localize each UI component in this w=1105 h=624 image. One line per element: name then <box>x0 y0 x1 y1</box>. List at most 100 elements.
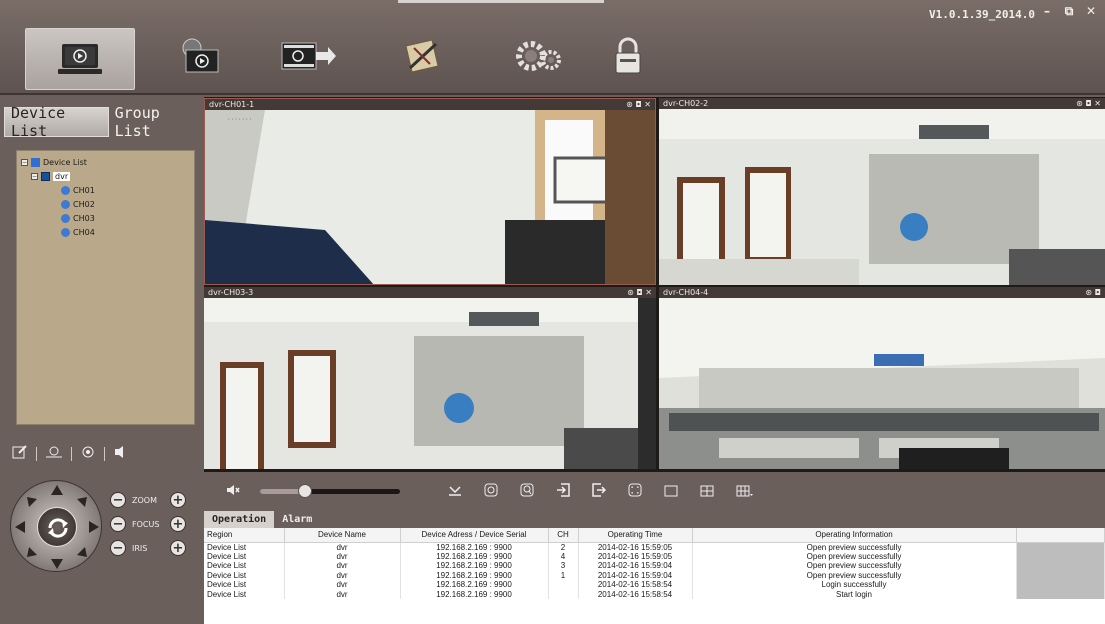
cell-device-name: dvr <box>284 570 401 580</box>
download-icon[interactable] <box>448 482 462 501</box>
close-button[interactable]: ✕ <box>1083 4 1099 19</box>
ptz-auto-button[interactable] <box>37 507 77 547</box>
cell-spacer <box>1016 589 1105 599</box>
log-tabs: Operation Alarm <box>204 511 320 528</box>
video-pane-ch04[interactable]: dvr-CH04-4 ⊛ ◘ <box>659 287 1105 469</box>
col-operating-time[interactable]: Operating Time <box>578 528 693 543</box>
cell-ch: 3 <box>548 561 579 571</box>
cell-region: Device List <box>204 561 285 571</box>
channel-label: CH01 <box>73 185 95 195</box>
record-icon[interactable] <box>484 482 498 501</box>
col-device-address[interactable]: Device Adress / Device Serial <box>400 528 549 543</box>
col-ch[interactable]: CH <box>548 528 579 543</box>
channel-label: CH03 <box>73 213 95 223</box>
iris-minus-button[interactable]: − <box>110 540 126 556</box>
center-icon[interactable] <box>45 444 63 463</box>
focus-minus-button[interactable]: − <box>110 516 126 532</box>
tree-device[interactable]: − dvr <box>21 169 190 183</box>
cell-time: 2014-02-16 15:59:04 <box>578 570 693 580</box>
log-table: Region Device Name Device Adress / Devic… <box>204 528 1105 599</box>
tab-alarm[interactable]: Alarm <box>274 511 320 528</box>
tree-channel[interactable]: CH03 <box>21 211 190 225</box>
cell-info: Login successfully <box>692 580 1017 590</box>
playback-button[interactable] <box>170 28 230 84</box>
table-row[interactable]: Device List dvr 192.168.2.169 : 9900 3 2… <box>204 561 1105 571</box>
e-map-button[interactable] <box>392 28 452 84</box>
record-export-button[interactable] <box>278 28 338 84</box>
tree-channel[interactable]: CH01 <box>21 183 190 197</box>
cell-ch: 4 <box>548 551 579 561</box>
tree-device-label: dvr <box>53 171 71 181</box>
single-view-icon[interactable] <box>664 482 678 501</box>
volume-knob[interactable] <box>297 484 312 498</box>
settings-button[interactable] <box>508 28 568 84</box>
cell-info: Open preview successfully <box>692 570 1017 580</box>
video-feed <box>204 298 656 469</box>
volume-slider[interactable] <box>260 484 400 498</box>
col-device-name[interactable]: Device Name <box>284 528 401 543</box>
operation-log: Region Device Name Device Adress / Devic… <box>204 528 1105 624</box>
multi-view-icon[interactable] <box>736 482 754 501</box>
rotate-icon <box>48 518 68 538</box>
lock-button[interactable] <box>598 28 658 84</box>
video-pane-ch03[interactable]: dvr-CH03-3 ⊛ ◘ ✕ <box>204 287 656 469</box>
preview-button[interactable] <box>25 28 135 90</box>
osd-watermark: ······· <box>227 116 253 123</box>
table-row[interactable]: Device List dvr 192.168.2.169 : 9900 4 2… <box>204 551 1105 561</box>
focus-plus-button[interactable]: + <box>170 516 186 532</box>
tab-device-list[interactable]: Device List <box>4 104 109 140</box>
restore-button[interactable]: ⧉ <box>1061 4 1077 19</box>
speaker-mute-icon[interactable] <box>226 482 240 501</box>
collapse-icon[interactable]: − <box>21 158 28 166</box>
col-region[interactable]: Region <box>204 528 285 543</box>
ptz-joystick[interactable] <box>10 480 102 572</box>
cell-device-name: dvr <box>284 561 401 571</box>
view-buttons <box>448 482 754 501</box>
edit-icon[interactable] <box>12 444 28 463</box>
pane-titlebar: dvr-CH04-4 ⊛ ◘ <box>659 287 1105 298</box>
zoom-out-button[interactable]: − <box>110 492 126 508</box>
cell-region: Device List <box>204 580 285 590</box>
pane-title: dvr-CH04-4 <box>663 288 709 297</box>
cell-time: 2014-02-16 15:58:54 <box>578 580 693 590</box>
audio-icon[interactable] <box>113 444 127 463</box>
zoom-in-button[interactable]: + <box>170 492 186 508</box>
cell-spacer <box>1016 561 1105 571</box>
table-row[interactable]: Device List dvr 192.168.2.169 : 9900 1 2… <box>204 570 1105 580</box>
import-icon[interactable] <box>556 482 570 501</box>
video-pane-ch01[interactable]: dvr-CH01-1 ⊛ ◘ ✕ ······· <box>204 98 656 285</box>
iris-plus-button[interactable]: + <box>170 540 186 556</box>
cell-device-name: dvr <box>284 580 401 590</box>
divider <box>71 446 72 461</box>
quad-view-icon[interactable] <box>700 482 714 501</box>
cell-device-name: dvr <box>284 589 401 599</box>
minimize-button[interactable]: – <box>1039 4 1055 19</box>
pane-controls[interactable]: ⊛ ◘ <box>1085 288 1101 297</box>
pane-controls[interactable]: ⊛ ◘ ✕ <box>1076 99 1101 108</box>
tree-channel[interactable]: CH04 <box>21 225 190 239</box>
table-row[interactable]: Device List dvr 192.168.2.169 : 9900 201… <box>204 589 1105 599</box>
video-pane-ch02[interactable]: dvr-CH02-2 ⊛ ◘ ✕ <box>659 98 1105 285</box>
tree-tools <box>12 444 192 463</box>
tab-group-list[interactable]: Group List <box>109 104 203 140</box>
col-operating-info[interactable]: Operating Information <box>692 528 1017 543</box>
table-row[interactable]: Device List dvr 192.168.2.169 : 9900 201… <box>204 580 1105 590</box>
tree-root-label: Device List <box>43 157 87 167</box>
pane-controls[interactable]: ⊛ ◘ ✕ <box>626 100 651 109</box>
snapshot-icon[interactable] <box>80 444 96 463</box>
tree-channel[interactable]: CH02 <box>21 197 190 211</box>
focus-control: − FOCUS + <box>110 516 186 532</box>
zoom-in-icon[interactable] <box>520 482 534 501</box>
tree-root[interactable]: − Device List <box>21 155 190 169</box>
pane-controls[interactable]: ⊛ ◘ ✕ <box>627 288 652 297</box>
fullscreen-icon[interactable] <box>628 482 642 501</box>
nvr-client-window: V1.0.1.39_2014.0 – ⧉ ✕ Device List Group… <box>0 0 1105 624</box>
collapse-icon[interactable]: − <box>31 172 38 180</box>
table-row[interactable]: Device List dvr 192.168.2.169 : 9900 2 2… <box>204 542 1105 552</box>
tab-operation[interactable]: Operation <box>204 511 275 528</box>
cell-spacer <box>1016 580 1105 590</box>
pane-title: dvr-CH03-3 <box>208 288 254 297</box>
export-icon[interactable] <box>592 482 607 501</box>
cell-region: Device List <box>204 542 285 552</box>
cell-info: Open preview successfully <box>692 551 1017 561</box>
